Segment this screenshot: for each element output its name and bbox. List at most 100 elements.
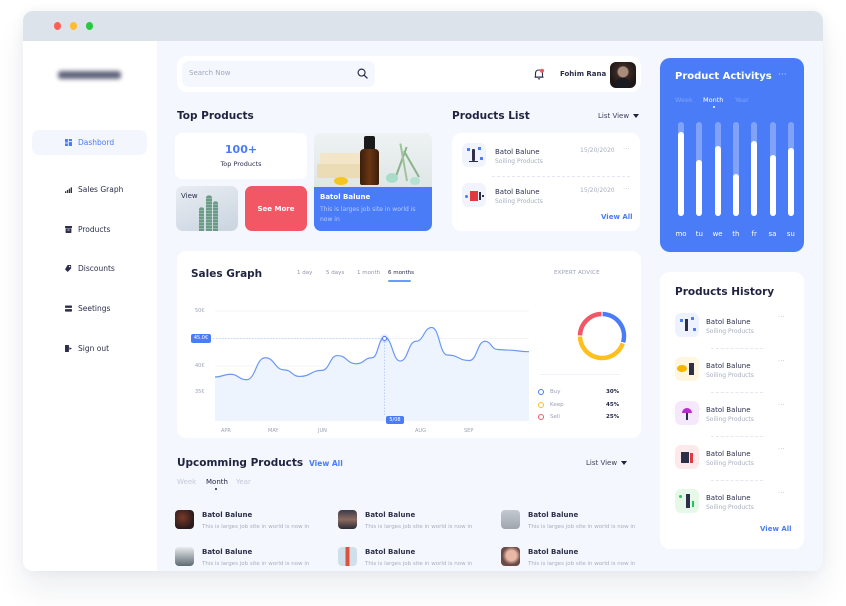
upcoming-item[interactable]: Batol Balune This is larges job site in … [175, 547, 335, 571]
more-options-icon[interactable]: ··· [778, 445, 785, 453]
top-products-title: Top Products [177, 110, 254, 122]
upcoming-item[interactable]: Batol Balune This is larges job site in … [501, 547, 661, 571]
history-item[interactable]: Batol Balune Soiling Products ··· [675, 313, 793, 339]
legend-item-sell: Sell 25% [538, 413, 620, 423]
history-item-title: Batol Balune [706, 494, 751, 502]
tag-icon [65, 265, 72, 272]
active-tab-dot [713, 106, 715, 108]
activity-bar-sa[interactable] [769, 122, 776, 216]
sidebar-item-sales-graph[interactable]: Sales Graph [32, 177, 147, 202]
product-activity-title: Product Activitys [675, 71, 772, 82]
product-title: Batol Balune [495, 148, 540, 156]
activity-bar-mo[interactable] [678, 122, 684, 216]
top-products-count-card[interactable]: 100+ Top Products [175, 133, 307, 179]
history-item[interactable]: Batol Balune Soiling Products ··· [675, 401, 793, 427]
y-tick-label: 40€ [195, 363, 205, 369]
upcoming-thumbnail [338, 510, 357, 529]
list-item[interactable]: Batol Balune Soiling Products 15/20/2020… [462, 143, 632, 169]
active-tab-dot [215, 488, 217, 490]
products-list-view-all-link[interactable]: View All [601, 213, 633, 221]
more-options-icon[interactable]: ··· [778, 70, 787, 80]
legend-value: 25% [606, 414, 620, 420]
highlight-date-badge: 5/08 [386, 416, 404, 424]
search-icon[interactable] [357, 68, 368, 79]
tab-month[interactable]: Month [206, 478, 228, 486]
upcoming-item[interactable]: Batol Balune This is larges job site in … [338, 510, 498, 534]
more-options-icon[interactable]: ··· [778, 313, 785, 321]
upcoming-item-title: Batol Balune [528, 511, 579, 519]
view-label: View [181, 192, 198, 200]
tab-year[interactable]: Year [735, 96, 749, 104]
sales-line-chart [213, 310, 530, 421]
more-options-icon[interactable]: ··· [778, 489, 785, 497]
upcoming-item[interactable]: Batol Balune This is larges job site in … [175, 510, 335, 534]
activity-day-label: sa [768, 230, 777, 238]
featured-product-card[interactable]: Batol Balune This is larges job site in … [314, 187, 432, 231]
activity-day-label: su [786, 230, 795, 238]
activity-bar-fr[interactable] [751, 122, 758, 216]
activity-day-label: fr [751, 230, 757, 238]
close-window-button[interactable] [54, 22, 61, 30]
activity-bar-tu[interactable] [696, 122, 703, 216]
products-list-title: Products List [452, 110, 530, 122]
products-history-card: Products History Batol Balune Soiling Pro… [660, 272, 804, 549]
legend-item-buy: Buy 30% [538, 388, 619, 398]
history-item[interactable]: Batol Balune Soiling Products ··· [675, 489, 793, 515]
tab-year[interactable]: Year [236, 478, 251, 486]
see-more-button[interactable]: See More [245, 186, 307, 231]
history-item-title: Batol Balune [706, 318, 751, 326]
view-card[interactable]: View [176, 186, 238, 231]
more-options-icon[interactable]: ··· [623, 145, 630, 153]
divider [711, 392, 763, 393]
settings-icon [65, 305, 72, 312]
more-options-icon[interactable]: ··· [778, 401, 785, 409]
history-item[interactable]: Batol Balune Soiling Products ··· [675, 445, 793, 471]
history-item-title: Batol Balune [706, 450, 751, 458]
tab-month[interactable]: Month [703, 96, 723, 104]
x-tick-label: AUG [415, 428, 426, 434]
bar-chart-icon [65, 187, 72, 193]
box-icon [65, 226, 72, 233]
search-box [182, 61, 375, 87]
history-view-all-link[interactable]: View All [760, 525, 792, 533]
sidebar-item-sign-out[interactable]: Sign out [32, 336, 147, 361]
activity-bar-th[interactable] [732, 122, 739, 216]
more-options-icon[interactable]: ··· [778, 357, 785, 365]
product-photo [314, 133, 432, 188]
notification-bell-icon[interactable] [533, 68, 545, 80]
sidebar-item-products[interactable]: Products [32, 217, 147, 242]
tab-week[interactable]: Week [177, 478, 196, 486]
upcoming-item-desc: This is larges job site in world is now … [365, 524, 473, 530]
upcoming-item[interactable]: Batol Balune This is larges job site in … [501, 510, 661, 534]
avatar[interactable] [610, 62, 636, 88]
search-input[interactable] [189, 69, 339, 77]
history-item[interactable]: Batol Balune Soiling Products ··· [675, 357, 793, 383]
more-options-icon[interactable]: ··· [623, 185, 630, 193]
highlight-date-label: 5/08 [389, 417, 401, 423]
list-item[interactable]: Batol Balune Soiling Products 15/20/2020… [462, 183, 632, 209]
history-item-subtitle: Soiling Products [706, 372, 754, 379]
tab-week[interactable]: Week [675, 96, 693, 104]
caret-down-icon [621, 461, 628, 465]
products-list-view-dropdown[interactable]: List View [598, 112, 640, 120]
sidebar-item-discounts[interactable]: Discounts [32, 256, 147, 281]
legend-item-keep: Keep 45% [538, 401, 619, 411]
maximize-window-button[interactable] [86, 22, 93, 30]
sidebar-item-label: Dashbord [78, 138, 115, 147]
activity-bar-we[interactable] [714, 122, 721, 216]
product-thumbnail [675, 401, 699, 425]
x-tick-label: JUN [318, 428, 327, 434]
legend-ring-icon [538, 414, 544, 420]
upcoming-item[interactable]: Batol Balune This is larges job site in … [338, 547, 498, 571]
product-subtitle: Soiling Products [495, 158, 543, 165]
sidebar-item-settings[interactable]: Seetings [32, 296, 147, 321]
product-thumbnail [675, 489, 699, 513]
upcoming-view-all-link[interactable]: View All [309, 459, 343, 468]
sidebar-item-label: Discounts [78, 264, 115, 273]
activity-bar-su[interactable] [787, 122, 794, 216]
upcoming-view-dropdown[interactable]: List View [586, 459, 628, 467]
user-name: Fohim Rana [560, 70, 607, 78]
sidebar-item-dashboard[interactable]: Dashbord [32, 130, 147, 155]
minimize-window-button[interactable] [70, 22, 77, 30]
sales-graph-card: Sales Graph 1 day 5 days 1 month 6 month… [177, 251, 641, 438]
